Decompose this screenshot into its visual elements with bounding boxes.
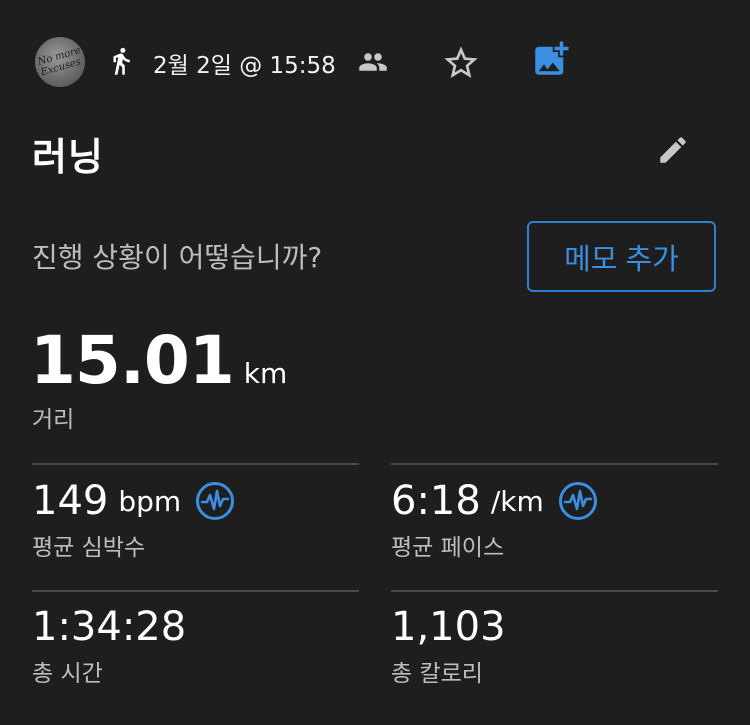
heart-rate-value-group[interactable]: 149 bpm bbox=[32, 478, 235, 524]
add-photo-icon[interactable] bbox=[529, 38, 573, 80]
divider bbox=[391, 590, 718, 592]
divider bbox=[32, 463, 359, 465]
total-time-value: 1:34:28 bbox=[32, 604, 187, 650]
star-icon[interactable] bbox=[440, 43, 482, 83]
divider bbox=[391, 463, 718, 465]
heart-rate-label: 평균 심박수 bbox=[32, 535, 146, 561]
distance-unit: km bbox=[243, 357, 288, 390]
total-calories-value: 1,103 bbox=[391, 604, 506, 650]
divider bbox=[32, 590, 359, 592]
pace-value: 6:18 bbox=[391, 478, 481, 524]
heart-rate-value: 149 bbox=[32, 478, 109, 524]
distance-label: 거리 bbox=[32, 407, 75, 433]
activity-title: 러닝 bbox=[32, 135, 104, 179]
progress-question: 진행 상황이 어떻습니까? bbox=[32, 241, 323, 274]
activity-date-time: 2월 2일 @ 15:58 bbox=[153, 53, 336, 79]
add-memo-button[interactable]: 메모 추가 bbox=[527, 221, 716, 292]
pace-value-group[interactable]: 6:18 /km bbox=[391, 478, 598, 524]
pace-unit: /km bbox=[490, 484, 544, 518]
total-calories-label: 총 칼로리 bbox=[391, 661, 483, 687]
running-icon bbox=[113, 47, 130, 75]
pace-label: 평균 페이스 bbox=[391, 535, 505, 561]
heart-rate-unit: bpm bbox=[118, 484, 182, 518]
pencil-icon[interactable] bbox=[656, 133, 690, 167]
people-icon[interactable] bbox=[354, 47, 392, 77]
distance-value: 15.01 bbox=[30, 322, 235, 399]
heart-rate-graph-icon[interactable] bbox=[195, 481, 235, 521]
distance-value-group: 15.01 km bbox=[30, 322, 287, 399]
pace-graph-icon[interactable] bbox=[558, 481, 598, 521]
total-time-label: 총 시간 bbox=[32, 661, 103, 687]
avatar[interactable]: No more Excuses bbox=[35, 37, 85, 87]
